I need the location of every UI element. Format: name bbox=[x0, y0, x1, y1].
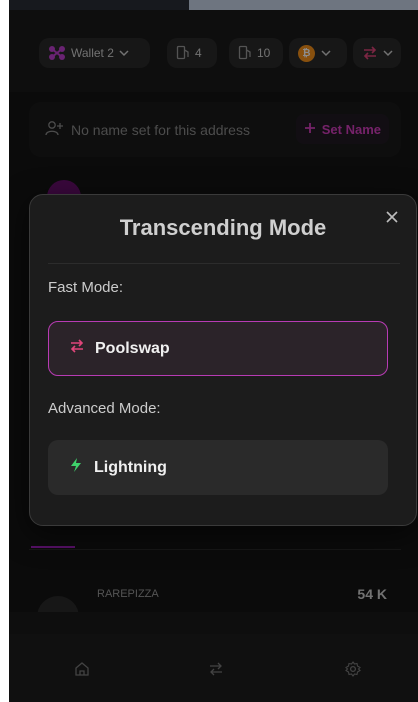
transcending-mode-modal: Transcending Mode Fast Mode: Poolswap Ad… bbox=[29, 194, 417, 526]
close-icon[interactable] bbox=[382, 207, 402, 227]
app-frame: Wallet 2 4 10 ₿ No name set for this add… bbox=[9, 0, 418, 702]
poolswap-option[interactable]: Poolswap bbox=[48, 321, 388, 376]
lightning-option[interactable]: Lightning bbox=[48, 440, 388, 495]
lightning-label: Lightning bbox=[94, 458, 167, 476]
swap-arrows-icon bbox=[69, 339, 85, 358]
divider bbox=[48, 263, 400, 264]
modal-title: Transcending Mode bbox=[119, 215, 327, 240]
advanced-mode-label: Advanced Mode: bbox=[48, 400, 161, 417]
fast-mode-label: Fast Mode: bbox=[48, 279, 124, 296]
lightning-bolt-icon bbox=[68, 457, 84, 478]
poolswap-label: Poolswap bbox=[95, 339, 170, 357]
